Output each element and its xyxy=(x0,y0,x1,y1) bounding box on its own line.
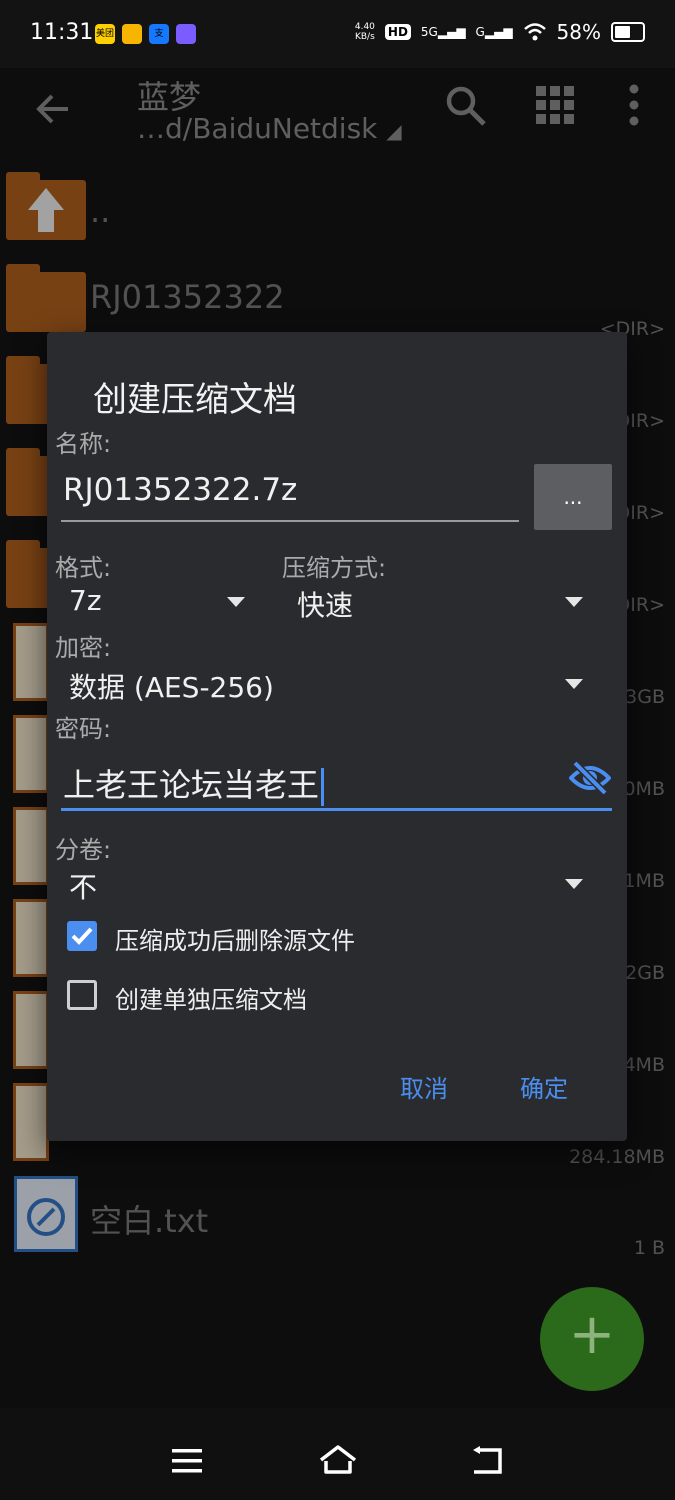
browse-button-label: ... xyxy=(563,485,583,509)
status-time: 11:31 xyxy=(30,20,94,45)
encryption-value: 数据 (AES-256) xyxy=(69,671,274,704)
signal-g-label: G xyxy=(475,25,485,39)
net-speed: 4.40 KB/s xyxy=(354,22,375,42)
signal-5g-icon: 5G▂▄▆ xyxy=(420,25,466,39)
status-bar: 11:31 美团 支 4.40 KB/s HD 5G▂▄▆ G▂▄▆ 58% xyxy=(0,0,675,68)
password-value: 上老王论坛当老王 xyxy=(63,760,325,806)
delete-source-label: 压缩成功后删除源文件 xyxy=(115,927,355,955)
signal-5g-label: 5G xyxy=(420,25,438,39)
archive-name-field[interactable]: RJ01352322.7z xyxy=(61,462,519,522)
split-value: 不 xyxy=(69,871,98,904)
method-value: 快速 xyxy=(297,589,354,622)
format-label: 格式: xyxy=(55,554,112,582)
hd-badge: HD xyxy=(384,24,411,40)
status-right: 4.40 KB/s HD 5G▂▄▆ G▂▄▆ 58% xyxy=(355,20,645,44)
cancel-button[interactable]: 取消 xyxy=(400,1069,448,1104)
dialog-title: 创建压缩文档 xyxy=(93,380,297,420)
home-icon[interactable] xyxy=(318,1444,358,1476)
plus-icon: + xyxy=(568,1302,616,1367)
password-field[interactable]: 上老王论坛当老王 xyxy=(61,752,612,811)
system-nav-bar xyxy=(0,1408,675,1500)
battery-icon xyxy=(611,22,645,42)
delete-source-option[interactable]: 压缩成功后删除源文件 xyxy=(67,919,587,959)
name-label: 名称: xyxy=(55,430,112,458)
text-cursor xyxy=(321,768,325,806)
password-text: 上老王论坛当老王 xyxy=(63,766,320,804)
method-label: 压缩方式: xyxy=(282,554,387,582)
format-chevron-down-icon xyxy=(227,597,245,607)
hide-password-eye-icon[interactable] xyxy=(569,760,611,796)
password-label: 密码: xyxy=(55,715,112,743)
separate-archive-checkbox[interactable] xyxy=(67,980,97,1010)
separate-archive-option[interactable]: 创建单独压缩文档 xyxy=(67,978,587,1018)
signal-g-icon: G▂▄▆ xyxy=(475,25,513,39)
compression-method-dropdown[interactable]: 快速 xyxy=(287,582,587,622)
battery-fill xyxy=(615,26,630,38)
delete-source-checkbox[interactable] xyxy=(67,921,97,951)
encryption-label: 加密: xyxy=(55,634,112,662)
ok-button[interactable]: 确定 xyxy=(520,1069,568,1104)
wifi-icon xyxy=(523,23,546,41)
method-chevron-down-icon xyxy=(565,597,583,607)
separate-archive-label: 创建单独压缩文档 xyxy=(115,986,307,1014)
back-nav-icon[interactable] xyxy=(470,1446,504,1476)
split-volume-dropdown[interactable]: 不 xyxy=(61,864,587,904)
format-value: 7z xyxy=(69,584,102,617)
notification-app-icon xyxy=(122,24,142,44)
notification-app-icon: 美团 xyxy=(95,24,115,44)
encryption-chevron-down-icon xyxy=(565,679,583,689)
split-chevron-down-icon xyxy=(565,879,583,889)
checkmark-icon xyxy=(71,927,93,945)
split-label: 分卷: xyxy=(55,836,112,864)
notification-icons: 美团 支 xyxy=(95,24,196,44)
create-archive-dialog: 创建压缩文档 名称: RJ01352322.7z ... 格式: 7z 压缩方式… xyxy=(47,332,627,1141)
format-dropdown[interactable]: 7z xyxy=(61,582,253,622)
battery-percent: 58% xyxy=(556,20,601,44)
archive-name-value: RJ01352322.7z xyxy=(63,472,298,508)
encryption-dropdown[interactable]: 数据 (AES-256) xyxy=(61,664,587,704)
add-fab-button[interactable]: + xyxy=(540,1287,644,1391)
browse-button[interactable]: ... xyxy=(534,464,612,530)
menu-icon[interactable] xyxy=(172,1448,202,1474)
notification-app-icon: 支 xyxy=(149,24,169,44)
notification-app-icon xyxy=(176,24,196,44)
